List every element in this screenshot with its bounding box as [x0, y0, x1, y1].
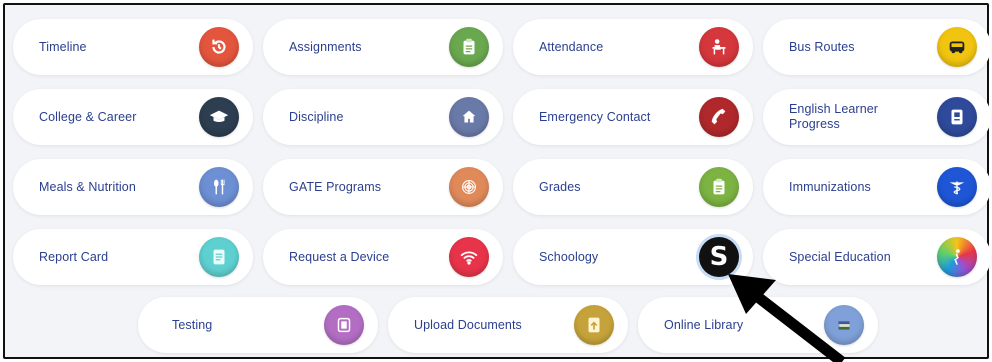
tablet-icon [324, 305, 364, 345]
tile-label: Report Card [39, 249, 109, 264]
tile-label: Assignments [289, 39, 362, 54]
tile-attendance[interactable]: Attendance [513, 19, 753, 75]
wifi-icon [449, 237, 489, 277]
timeline-icon [199, 27, 239, 67]
clipboard-icon [449, 27, 489, 67]
tile-label: Schoology [539, 249, 599, 264]
tile-special-education[interactable]: Special Education [763, 229, 991, 285]
clipboard-icon [699, 167, 739, 207]
tile-emergency-contact[interactable]: Emergency Contact [513, 89, 753, 145]
tile-label: Request a Device [289, 249, 390, 264]
document-icon [199, 237, 239, 277]
graduation-cap-icon [199, 97, 239, 137]
utensils-icon [199, 167, 239, 207]
caduceus-icon [937, 167, 977, 207]
tile-label: Timeline [39, 39, 87, 54]
bus-icon [937, 27, 977, 67]
tile-schoology[interactable]: Schoology S [513, 229, 753, 285]
tile-label: Emergency Contact [539, 109, 651, 124]
tile-label: Attendance [539, 39, 604, 54]
tile-label: Bus Routes [789, 39, 855, 54]
tile-label: Online Library [664, 317, 744, 332]
tile-immunizations[interactable]: Immunizations [763, 159, 991, 215]
tile-grades[interactable]: Grades [513, 159, 753, 215]
tile-label: Immunizations [789, 179, 871, 194]
tile-upload-documents[interactable]: Upload Documents [388, 297, 628, 353]
tile-meals-nutrition[interactable]: Meals & Nutrition [13, 159, 253, 215]
tile-testing[interactable]: Testing [138, 297, 378, 353]
tile-assignments[interactable]: Assignments [263, 19, 503, 75]
tile-label: Grades [539, 179, 581, 194]
tile-label: GATE Programs [289, 179, 382, 194]
book-icon [937, 97, 977, 137]
phone-icon [699, 97, 739, 137]
tile-gate-programs[interactable]: GATE Programs [263, 159, 503, 215]
tile-label: Meals & Nutrition [39, 179, 136, 194]
student-desk-icon [699, 27, 739, 67]
books-icon [824, 305, 864, 345]
tile-label: English Learner Progress [789, 102, 879, 131]
tile-label: College & Career [39, 109, 137, 124]
tile-bus-routes[interactable]: Bus Routes [763, 19, 991, 75]
schoology-s-icon: S [699, 237, 739, 277]
tile-timeline[interactable]: Timeline [13, 19, 253, 75]
schoology-glyph: S [709, 242, 729, 272]
tile-english-learner[interactable]: English Learner Progress [763, 89, 991, 145]
brain-icon [449, 167, 489, 207]
tile-discipline[interactable]: Discipline [263, 89, 503, 145]
tile-college-career[interactable]: College & Career [13, 89, 253, 145]
tile-label: Special Education [789, 249, 891, 264]
home-icon [449, 97, 489, 137]
person-icon [937, 237, 977, 277]
tile-report-card[interactable]: Report Card [13, 229, 253, 285]
tile-online-library[interactable]: Online Library [638, 297, 878, 353]
tile-label: Discipline [289, 109, 344, 124]
tile-request-device[interactable]: Request a Device [263, 229, 503, 285]
app-grid-panel: Timeline Assignments Attendance Bus Rout… [3, 3, 991, 359]
tile-label: Testing [172, 317, 213, 332]
upload-icon [574, 305, 614, 345]
tile-label: Upload Documents [414, 317, 522, 332]
